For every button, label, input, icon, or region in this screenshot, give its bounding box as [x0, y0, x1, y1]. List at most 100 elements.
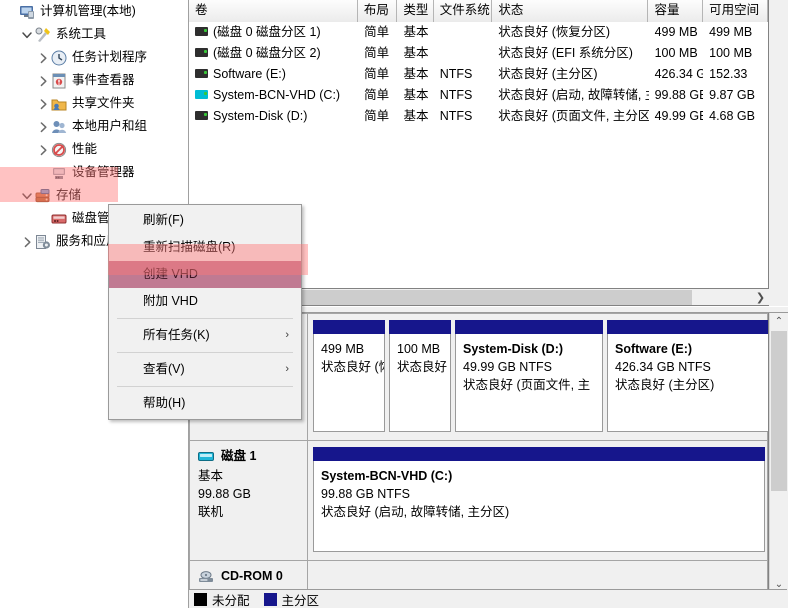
disk-title: 磁盘 1 [198, 447, 307, 465]
chevron-down-icon[interactable] [20, 184, 34, 207]
table-row[interactable]: System-Disk (D:) 简单 基本 NTFS 状态良好 (页面文件, 主分区)… [189, 106, 768, 127]
scrollbar-thumb[interactable] [771, 331, 787, 491]
cell-text: (磁盘 0 磁盘分区 2) [213, 46, 321, 60]
column-header-5[interactable]: 容量 [648, 0, 704, 22]
chevron-down-icon[interactable] [20, 23, 34, 46]
volume-icon [195, 111, 208, 121]
partition-title: Software (E:) [615, 342, 693, 356]
sidebar-item-label: 系统工具 [56, 27, 107, 41]
chevron-right-icon[interactable] [20, 230, 34, 253]
menu-item-2[interactable]: 创建 VHD [109, 261, 301, 288]
menu-item-label: 帮助(H) [143, 396, 186, 410]
menu-item-1[interactable]: 重新扫描磁盘(R) [109, 234, 301, 261]
table-row[interactable]: (磁盘 0 磁盘分区 1) 简单 基本 状态良好 (恢复分区) 499 MB 499 MB [189, 22, 768, 43]
partition-status: 状态良好 (恢 [321, 360, 385, 374]
cell-volume: System-BCN-VHD (C:) [189, 85, 358, 106]
partition-3[interactable]: Software (E:) 426.34 GB NTFS 状态良好 (主分区) [607, 320, 768, 432]
services-icon [34, 233, 51, 250]
menu-item-0[interactable]: 刷新(F) [109, 207, 301, 234]
disk-name: 磁盘 1 [221, 449, 257, 463]
clock-icon [50, 49, 67, 66]
device-manager-icon [50, 164, 67, 181]
menu-separator [117, 352, 293, 353]
partition-details: System-Disk (D:) 49.99 GB NTFS 状态良好 (页面文件,… [455, 334, 603, 432]
menu-item-4[interactable]: 所有任务(K) › [109, 322, 301, 349]
disk-row-1[interactable]: 磁盘 1 基本 99.88 GB 联机 System-BCN-VHD (C:) 99.88… [189, 441, 768, 561]
partition-status: 状态良好 [397, 360, 448, 374]
menu-item-label: 查看(V) [143, 362, 185, 376]
chevron-right-icon[interactable] [36, 92, 50, 115]
cell-status: 状态良好 (EFI 系统分区) [498, 46, 633, 60]
menu-item-5[interactable]: 查看(V) › [109, 356, 301, 383]
partition-0[interactable]: 499 MB 状态良好 (恢 [313, 320, 385, 432]
partition-area-0: 499 MB 状态良好 (恢 100 MB 状态良好 System-Disk (D:) 4… [308, 314, 768, 440]
graphical-view-vertical-scrollbar[interactable]: ⌃ ⌄ [769, 313, 788, 593]
cell-text: System-BCN-VHD (C:) [213, 88, 341, 102]
table-row[interactable]: (磁盘 0 磁盘分区 2) 简单 基本 状态良好 (EFI 系统分区) 100 MB 10… [189, 43, 768, 64]
volume-icon [195, 27, 208, 37]
cell-type: 基本 [403, 109, 429, 123]
disk-name: CD-ROM 0 [221, 569, 283, 583]
cell-fs: NTFS [439, 67, 473, 81]
cell-status: 状态良好 (恢复分区) [498, 25, 611, 39]
cell-status: 状态良好 (页面文件, 主分区) [498, 109, 649, 123]
menu-item-label: 附加 VHD [143, 294, 198, 308]
menu-item-6[interactable]: 帮助(H) [109, 390, 301, 417]
scroll-up-arrow-icon[interactable]: ⌃ [770, 313, 788, 330]
sidebar-item-1[interactable]: 系统工具 [0, 23, 188, 46]
disk-info-1[interactable]: 磁盘 1 基本 99.88 GB 联机 [190, 441, 308, 560]
partition-2[interactable]: System-Disk (D:) 49.99 GB NTFS 状态良好 (页面文件,… [455, 320, 603, 432]
users-icon [50, 118, 67, 135]
column-header-3[interactable]: 文件系统 [433, 0, 493, 22]
chevron-right-icon[interactable] [36, 115, 50, 138]
sidebar-item-7[interactable]: 设备管理器 [0, 161, 188, 184]
column-header-4[interactable]: 状态 [492, 0, 649, 22]
column-header-6[interactable]: 可用空间 [703, 0, 768, 22]
cell-fs [434, 43, 493, 64]
volume-icon [195, 69, 208, 79]
menu-item-label: 重新扫描磁盘(R) [143, 240, 236, 254]
sidebar-item-4[interactable]: 共享文件夹 [0, 92, 188, 115]
sidebar-item-6[interactable]: 性能 [0, 138, 188, 161]
volume-list-header[interactable]: 卷布局 类型 文件系统 状态 容量 可用空间 [189, 0, 768, 22]
sidebar-item-2[interactable]: 任务计划程序 [0, 46, 188, 69]
sidebar-item-0[interactable]: 计算机管理(本地) [0, 0, 188, 23]
cell-layout: 简单 [364, 67, 390, 81]
cell-layout: 简单 [364, 46, 390, 60]
sidebar-item-5[interactable]: 本地用户和组 [0, 115, 188, 138]
column-header-0[interactable]: 卷 [189, 0, 358, 22]
partition-color-band [313, 320, 385, 334]
column-header-2[interactable]: 类型 [397, 0, 434, 22]
chevron-right-icon[interactable] [36, 46, 50, 69]
partition-1[interactable]: 100 MB 状态良好 [389, 320, 451, 432]
sidebar-item-3[interactable]: 事件查看器 [0, 69, 188, 92]
partition-0[interactable]: System-BCN-VHD (C:) 99.88 GB NTFS 状态良好 (启动… [313, 447, 765, 552]
chevron-right-icon[interactable] [36, 69, 50, 92]
computer-management-window: 计算机管理(本地) 系统工具任务计划程序事件查看器共享文件夹本地用户和组性能设备管… [0, 0, 788, 608]
menu-item-3[interactable]: 附加 VHD [109, 288, 301, 315]
disk-title: CD-ROM 0 [198, 567, 307, 585]
column-header-1[interactable]: 布局 [357, 0, 398, 22]
menu-item-label: 刷新(F) [143, 213, 184, 227]
cell-type: 基本 [403, 88, 429, 102]
sidebar-item-label: 任务计划程序 [72, 50, 148, 64]
sidebar-item-label: 共享文件夹 [72, 96, 135, 110]
cell-fs [434, 22, 493, 43]
cell-free: 9.87 GB [709, 88, 755, 102]
table-row[interactable]: Software (E:) 简单基本 NTFS 状态良好 (主分区) 426.34 GB… [189, 64, 768, 85]
cell-free: 4.68 GB [709, 109, 755, 123]
cell-layout: 简单 [364, 25, 390, 39]
scroll-right-arrow-icon[interactable]: ❯ [752, 289, 769, 305]
cell-capacity: 49.99 GB [654, 109, 704, 123]
cell-volume: Software (E:) [189, 64, 358, 85]
cell-type: 基本 [403, 46, 429, 60]
table-row[interactable]: System-BCN-VHD (C:) 简单 基本 NTFS 状态良好 (启动, 故障转… [189, 85, 768, 106]
partition-size: 49.99 GB NTFS [463, 360, 552, 374]
legend-label: 主分区 [281, 593, 320, 608]
cell-capacity: 499 MB [654, 25, 698, 39]
chevron-right-icon[interactable] [36, 138, 50, 161]
context-menu[interactable]: 刷新(F) 重新扫描磁盘(R) 创建 VHD 附加 VHD 所有任务(K) › 查看(V) ›… [108, 204, 302, 420]
volume-list-body[interactable]: (磁盘 0 磁盘分区 1) 简单 基本 状态良好 (恢复分区) 499 MB 499 MB… [189, 22, 768, 127]
sidebar-item-label: 性能 [72, 142, 98, 156]
